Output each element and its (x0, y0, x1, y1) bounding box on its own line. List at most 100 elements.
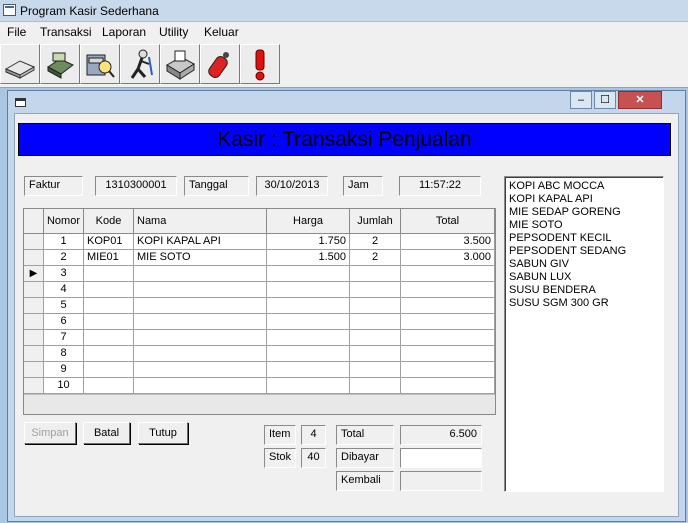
table-row[interactable]: 9 (24, 362, 495, 378)
window-titlebar[interactable]: – ☐ ✕ (8, 91, 685, 113)
cell-harga[interactable] (267, 282, 350, 298)
cell-nomor[interactable]: 7 (44, 330, 84, 346)
cell-nomor[interactable]: 2 (44, 250, 84, 266)
grid-horizontal-scrollbar[interactable] (24, 394, 495, 414)
menu-file[interactable]: File (7, 25, 26, 39)
cell-total[interactable] (401, 362, 495, 378)
cell-nomor[interactable]: 6 (44, 314, 84, 330)
table-row[interactable]: 2 MIE01 MIE SOTO 1.500 2 3.000 (24, 250, 495, 266)
simpan-button[interactable]: Simpan (24, 422, 76, 444)
grid-header-jumlah[interactable]: Jumlah (350, 209, 401, 234)
cell-nama[interactable]: KOPI KAPAL API (134, 234, 267, 250)
table-row[interactable]: 10 (24, 378, 495, 394)
menu-laporan[interactable]: Laporan (102, 25, 146, 39)
list-item[interactable]: MIE SOTO (509, 219, 563, 232)
grid-header-nomor[interactable]: Nomor (44, 209, 84, 234)
menu-utility[interactable]: Utility (159, 25, 188, 39)
cell-kode[interactable] (84, 362, 134, 378)
table-row[interactable]: 1 KOP01 KOPI KAPAL API 1.750 2 3.500 (24, 234, 495, 250)
menu-transaksi[interactable]: Transaksi (40, 25, 92, 39)
close-button[interactable]: ✕ (618, 91, 662, 109)
cell-jumlah[interactable] (350, 346, 401, 362)
cell-nomor[interactable]: 3 (44, 266, 84, 282)
minimize-button[interactable]: – (570, 91, 592, 109)
cell-jumlah[interactable] (350, 298, 401, 314)
list-item[interactable]: PEPSODENT KECIL (509, 232, 612, 245)
cell-nama[interactable] (134, 362, 267, 378)
list-item[interactable]: MIE SEDAP GORENG (509, 206, 621, 219)
cell-jumlah[interactable] (350, 314, 401, 330)
dibayar-input[interactable] (400, 448, 482, 468)
list-item[interactable]: PEPSODENT SEDANG (509, 245, 626, 258)
cell-total[interactable] (401, 378, 495, 394)
cell-harga[interactable] (267, 266, 350, 282)
toolbar-button-5[interactable] (160, 44, 200, 84)
cell-kode[interactable] (84, 346, 134, 362)
grid-header-harga[interactable]: Harga (267, 209, 350, 234)
cell-jumlah[interactable] (350, 266, 401, 282)
grid-header-kode[interactable]: Kode (84, 209, 134, 234)
cell-jumlah[interactable] (350, 282, 401, 298)
table-row[interactable]: 4 (24, 282, 495, 298)
cell-jumlah[interactable] (350, 330, 401, 346)
cell-nomor[interactable]: 9 (44, 362, 84, 378)
toolbar-button-3[interactable] (80, 44, 120, 84)
cell-kode[interactable] (84, 282, 134, 298)
grid-header-nama[interactable]: Nama (134, 209, 267, 234)
cell-total[interactable]: 3.500 (401, 234, 495, 250)
table-row[interactable]: 8 (24, 346, 495, 362)
cell-harga[interactable] (267, 314, 350, 330)
cell-harga[interactable] (267, 298, 350, 314)
cell-total[interactable] (401, 330, 495, 346)
cell-total[interactable] (401, 282, 495, 298)
cell-total[interactable] (401, 346, 495, 362)
toolbar-button-1[interactable] (0, 44, 40, 84)
cell-nama[interactable] (134, 282, 267, 298)
cell-nama[interactable] (134, 314, 267, 330)
cell-nomor[interactable]: 5 (44, 298, 84, 314)
table-row-current[interactable]: ▶ 3 (24, 266, 495, 282)
cell-total[interactable] (401, 266, 495, 282)
cell-kode[interactable] (84, 330, 134, 346)
toolbar-button-7[interactable] (240, 44, 280, 84)
maximize-button[interactable]: ☐ (594, 91, 616, 109)
cell-jumlah[interactable] (350, 362, 401, 378)
cell-kode[interactable] (84, 314, 134, 330)
cell-jumlah[interactable] (350, 378, 401, 394)
tutup-button[interactable]: Tutup (138, 422, 188, 444)
table-row[interactable]: 7 (24, 330, 495, 346)
cell-kode[interactable] (84, 266, 134, 282)
cell-kode[interactable]: MIE01 (84, 250, 134, 266)
cell-harga[interactable]: 1.500 (267, 250, 350, 266)
transaction-grid[interactable]: Nomor Kode Nama Harga Jumlah Total 1 KOP… (23, 208, 496, 415)
toolbar-button-2[interactable] (40, 44, 80, 84)
cell-harga[interactable] (267, 362, 350, 378)
list-item[interactable]: KOPI KAPAL API (509, 193, 593, 206)
cell-nomor[interactable]: 1 (44, 234, 84, 250)
cell-nama[interactable] (134, 266, 267, 282)
cell-harga[interactable] (267, 346, 350, 362)
product-list[interactable]: KOPI ABC MOCCA KOPI KAPAL API MIE SEDAP … (504, 176, 664, 492)
list-item[interactable]: SUSU SGM 300 GR (509, 297, 609, 310)
list-item[interactable]: SABUN GIV (509, 258, 569, 271)
list-item[interactable]: SUSU BENDERA (509, 284, 596, 297)
cell-nomor[interactable]: 4 (44, 282, 84, 298)
cell-nama[interactable]: MIE SOTO (134, 250, 267, 266)
cell-nama[interactable] (134, 346, 267, 362)
list-item[interactable]: KOPI ABC MOCCA (509, 180, 604, 193)
cell-kode[interactable]: KOP01 (84, 234, 134, 250)
cell-harga[interactable] (267, 330, 350, 346)
toolbar-button-4[interactable] (120, 44, 160, 84)
list-item[interactable]: SABUN LUX (509, 271, 571, 284)
table-row[interactable]: 6 (24, 314, 495, 330)
cell-nama[interactable] (134, 298, 267, 314)
cell-nama[interactable] (134, 378, 267, 394)
grid-header-total[interactable]: Total (401, 209, 495, 234)
cell-nama[interactable] (134, 330, 267, 346)
table-row[interactable]: 5 (24, 298, 495, 314)
cell-total[interactable] (401, 314, 495, 330)
batal-button[interactable]: Batal (83, 422, 130, 444)
cell-harga[interactable]: 1.750 (267, 234, 350, 250)
cell-harga[interactable] (267, 378, 350, 394)
cell-nomor[interactable]: 8 (44, 346, 84, 362)
